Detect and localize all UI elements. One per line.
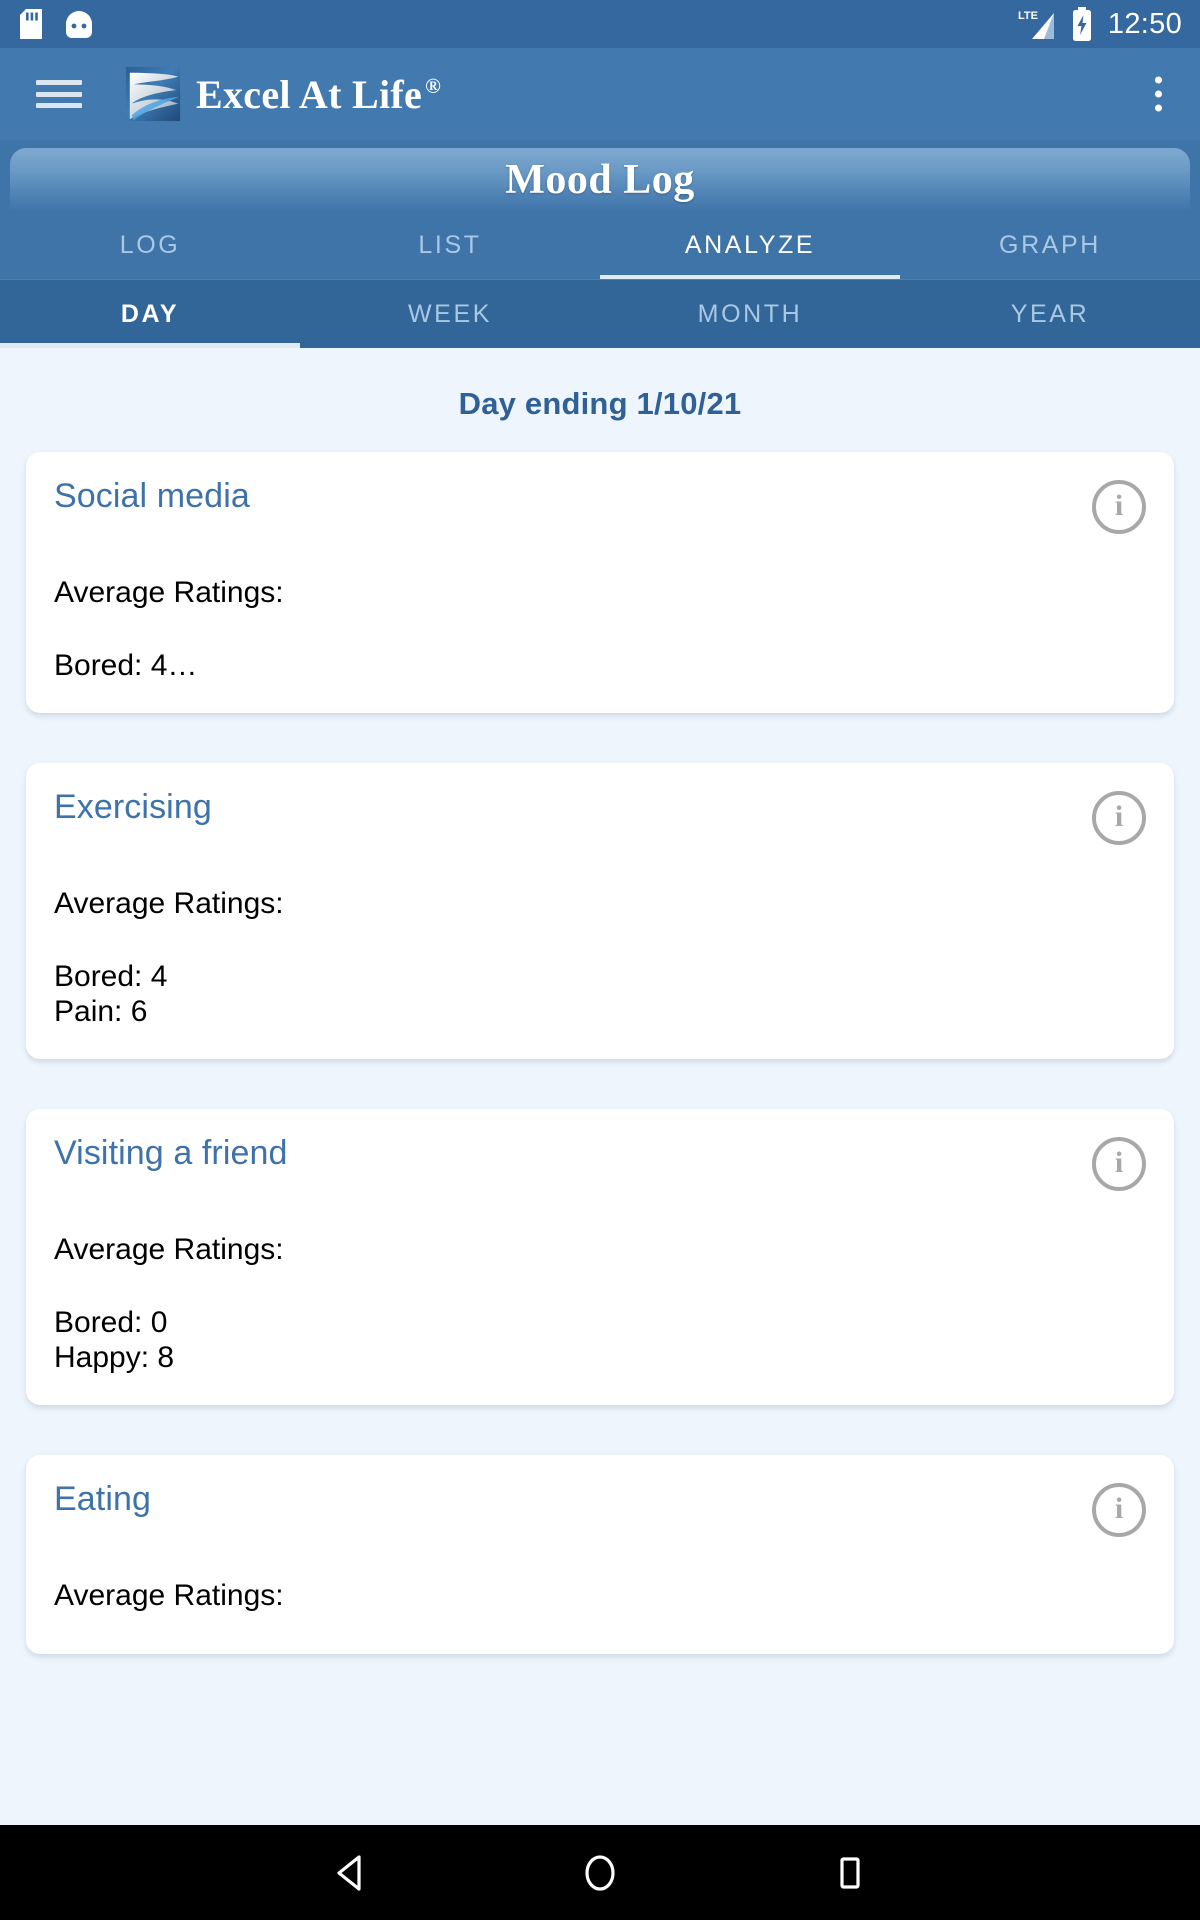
tab-graph[interactable]: GRAPH — [900, 212, 1200, 279]
card-header: Social media i — [54, 477, 1146, 534]
list-item[interactable]: Exercising i Average Ratings: Bored: 4 P… — [26, 763, 1174, 1060]
info-icon[interactable]: i — [1092, 480, 1146, 534]
tab-analyze-label: ANALYZE — [684, 231, 816, 259]
tab-log[interactable]: LOG — [0, 212, 300, 279]
primary-tab-bar: LOG LIST ANALYZE GRAPH — [0, 212, 1200, 280]
hamburger-menu-icon[interactable] — [36, 77, 82, 111]
excel-at-life-logo — [125, 66, 181, 122]
tab-month-label: MONTH — [697, 299, 803, 328]
card-header: Visiting a friend i — [54, 1134, 1146, 1192]
card-ratings: Bored: 0 Happy: 8 — [54, 1306, 1146, 1376]
tab-day-label: DAY — [120, 299, 180, 328]
card-title: Visiting a friend — [54, 1134, 288, 1173]
card-ratings: Bored: 4… — [54, 649, 1146, 684]
android-navigation-bar — [0, 1825, 1200, 1920]
status-bar-clock: 12:50 — [1107, 7, 1182, 40]
tab-list[interactable]: LIST — [300, 212, 600, 279]
battery-charging-icon — [1072, 7, 1091, 41]
tab-list-label: LIST — [418, 231, 482, 259]
info-icon[interactable]: i — [1092, 1137, 1146, 1192]
info-icon[interactable]: i — [1092, 791, 1146, 846]
svg-text:LTE: LTE — [1018, 10, 1038, 22]
android-head-icon — [66, 11, 92, 38]
rating-line: Bored: 4… — [54, 648, 198, 682]
app-bar: Excel At Life ® — [0, 48, 1200, 140]
app-screen: LTE 12:50 Excel At Life ® Mood Log LOG L… — [0, 0, 1200, 1920]
recents-square-icon[interactable] — [815, 1838, 885, 1908]
info-icon[interactable]: i — [1092, 1483, 1146, 1538]
card-header: Exercising i — [54, 788, 1146, 846]
back-triangle-icon[interactable] — [315, 1838, 385, 1908]
tab-year-label: YEAR — [1010, 299, 1090, 328]
card-ratings: Bored: 4 Pain: 6 — [54, 960, 1146, 1030]
mood-entry-list: Social media i Average Ratings: Bored: 4… — [0, 452, 1200, 1654]
page-title: Mood Log — [505, 157, 695, 203]
rating-line: Pain: 6 — [54, 994, 148, 1028]
status-bar-left-icons — [20, 9, 94, 39]
lte-signal-icon: LTE — [1018, 10, 1054, 39]
tab-log-label: LOG — [119, 231, 181, 259]
card-title: Exercising — [54, 788, 212, 827]
analyze-content: Day ending 1/10/21 Social media i Averag… — [0, 348, 1200, 1920]
title-banner-wrap: Mood Log — [0, 140, 1200, 212]
overflow-menu-icon[interactable] — [1151, 73, 1166, 116]
card-subtitle: Average Ratings: — [54, 1233, 284, 1267]
tab-analyze[interactable]: ANALYZE — [600, 212, 900, 279]
secondary-tab-bar: DAY WEEK MONTH YEAR — [0, 280, 1200, 348]
list-item[interactable]: Eating i Average Ratings: — [26, 1455, 1174, 1654]
tab-year[interactable]: YEAR — [900, 280, 1200, 348]
card-title: Social media — [54, 477, 250, 515]
card-subtitle: Average Ratings: — [54, 576, 284, 609]
date-heading: Day ending 1/10/21 — [458, 386, 742, 421]
list-item[interactable]: Visiting a friend i Average Ratings: Bor… — [26, 1109, 1174, 1406]
status-bar-right-icons: LTE 12:50 — [1018, 7, 1182, 41]
title-banner: Mood Log — [10, 148, 1190, 212]
card-title: Eating — [54, 1480, 152, 1519]
rating-line: Bored: 0 — [54, 1305, 168, 1339]
status-bar: LTE 12:50 — [0, 0, 1200, 48]
tab-week-label: WEEK — [407, 299, 493, 328]
app-brand: Excel At Life ® — [124, 65, 441, 123]
home-circle-icon[interactable] — [565, 1838, 635, 1908]
rating-line: Happy: 8 — [54, 1340, 175, 1374]
tab-week[interactable]: WEEK — [300, 280, 600, 348]
app-title-text: Excel At Life — [196, 71, 423, 117]
rating-line: Bored: 4 — [54, 959, 168, 993]
tab-graph-label: GRAPH — [999, 231, 1101, 259]
card-subtitle: Average Ratings: — [54, 1579, 284, 1613]
list-item[interactable]: Social media i Average Ratings: Bored: 4… — [26, 452, 1174, 714]
card-header: Eating i — [54, 1480, 1146, 1538]
tab-day[interactable]: DAY — [0, 280, 300, 348]
app-title: Excel At Life ® — [196, 71, 441, 118]
sd-card-icon — [20, 9, 42, 39]
tab-month[interactable]: MONTH — [600, 280, 900, 348]
card-subtitle: Average Ratings: — [54, 887, 284, 921]
registered-mark: ® — [425, 74, 442, 99]
